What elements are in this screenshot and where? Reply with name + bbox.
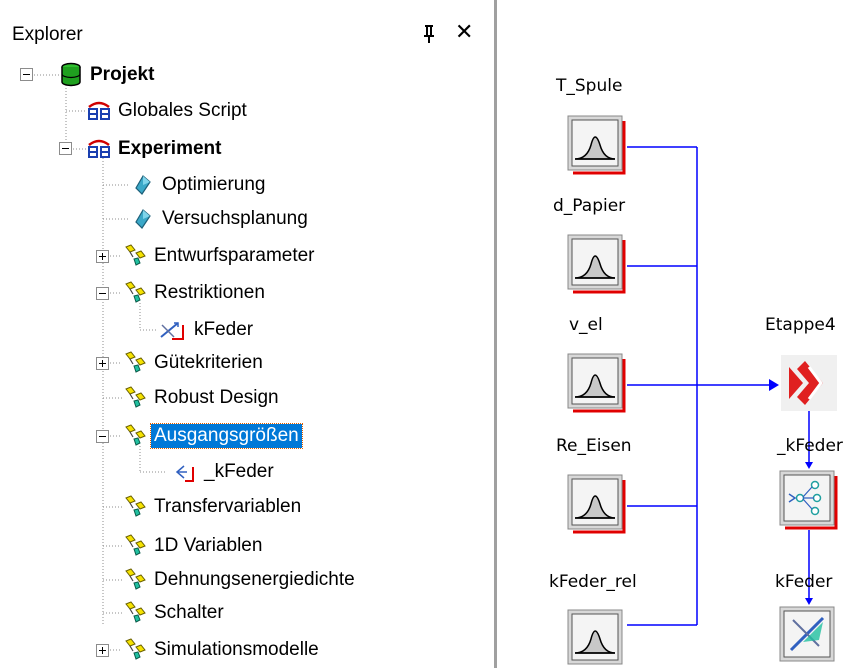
input-label-v-el: v_el [569,315,603,335]
input-label-d-papier: d_Papier [553,196,626,216]
tree-item-projekt[interactable]: Projekt [58,58,154,92]
distribution-node-icon[interactable] [567,234,627,294]
distribution-node-icon[interactable] [567,474,627,534]
diamond-icon [135,209,151,229]
input-label-kfeder-rel: kFeder_rel [549,572,637,592]
diamond-icon [135,175,151,195]
distribution-node-icon[interactable] [567,609,627,668]
tree-item-label: _kFeder [204,461,274,482]
tree-item-transfervariablen[interactable]: Transfervariablen [122,490,301,524]
tree-item-label: Projekt [90,64,155,85]
tree-item-restriktionen[interactable]: Restriktionen [122,276,265,310]
expander-projekt[interactable] [20,68,33,81]
distribution-node-icon[interactable] [567,353,627,413]
output-node-icon[interactable] [779,470,839,530]
tree-item-simulationsmodelle[interactable]: Simulationsmodelle [122,633,319,667]
variable-group-icon [125,386,146,408]
database-icon [61,62,81,87]
expander-guetekriterien[interactable] [96,357,109,370]
expander-simulationsmodelle[interactable] [96,644,109,657]
restriction-icon [160,322,184,340]
arrow-into-stage [769,379,779,391]
tree-item-globales-script[interactable]: Globales Script [86,94,247,128]
tree-item-label-selected: Ausgangsgrößen [150,423,303,449]
tree-item-label: Optimierung [162,174,266,195]
tree-item-label: Robust Design [154,387,279,408]
tree-item-1d-variablen[interactable]: 1D Variablen [122,529,262,563]
tree-item-label: Simulationsmodelle [154,639,319,660]
tree-item-label: Entwurfsparameter [154,245,315,266]
tree-item-label: 1D Variablen [154,535,263,556]
tree-item-label: Gütekriterien [154,352,263,373]
expander-restriktionen[interactable] [96,287,109,300]
tree-item-ausgangsgroessen[interactable]: Ausgangsgrößen [122,419,303,453]
variable-group-icon [125,495,146,517]
tree-item-robust-design[interactable]: Robust Design [122,381,279,415]
distribution-node-icon[interactable] [567,115,627,175]
tree-item-versuchsplanung[interactable]: Versuchsplanung [130,202,308,236]
workflow-canvas[interactable]: T_Spule d_Papier v_el Re_Eisen kFeder_re… [497,0,845,668]
expander-experiment[interactable] [59,142,72,155]
tree-item-label: kFeder [194,319,254,340]
tree-item-label: Experiment [118,138,222,159]
script-icon [88,101,110,120]
arrow-into-kfeder [805,598,813,605]
tree-item-schalter[interactable]: Schalter [122,596,224,630]
variable-group-icon [125,351,146,373]
tree-item-label: Restriktionen [154,282,265,303]
variable-group-icon [125,244,146,266]
variable-group-icon [125,601,146,623]
tree-item-label: Schalter [154,602,224,623]
tree-item-label: Globales Script [118,100,247,121]
node-label-kfeder: kFeder [775,572,833,592]
script-icon [88,139,110,158]
expander-ausgangsgroessen[interactable] [96,430,109,443]
tree-item-optimierung[interactable]: Optimierung [130,168,266,202]
tree-item-entwurfsparameter[interactable]: Entwurfsparameter [122,239,315,273]
arrow-into-kfeder-output [805,462,813,469]
constraint-node-icon[interactable] [779,606,839,666]
expander-entwurfsparameter[interactable] [96,250,109,263]
tree-item-label: Dehnungsenergiedichte [154,569,355,590]
tree-item-dehnungsenergiedichte[interactable]: Dehnungsenergiedichte [122,563,355,597]
tree-item-guetekriterien[interactable]: Gütekriterien [122,346,263,380]
explorer-panel: Explorer ✕ Projekt Globales Script Exper… [0,0,494,668]
variable-group-icon [125,424,146,446]
stage-node-icon[interactable] [779,353,839,413]
variable-group-icon [125,638,146,660]
tree-item-label: Versuchsplanung [162,208,308,229]
tree-item-label: Transfervariablen [154,496,302,517]
variable-group-icon [125,281,146,303]
input-label-t-spule: T_Spule [556,76,623,96]
tree-item-experiment[interactable]: Experiment [86,132,221,166]
variable-group-icon [125,534,146,556]
output-icon [175,465,194,482]
input-label-re-eisen: Re_Eisen [556,436,632,456]
tree-item-kfeder-output[interactable]: _kFeder [168,455,274,489]
stage-label: Etappe4 [765,315,836,335]
variable-group-icon [125,568,146,590]
output-label-kfeder: _kFeder [777,436,843,456]
tree-item-kfeder-restriction[interactable]: kFeder [158,313,253,347]
